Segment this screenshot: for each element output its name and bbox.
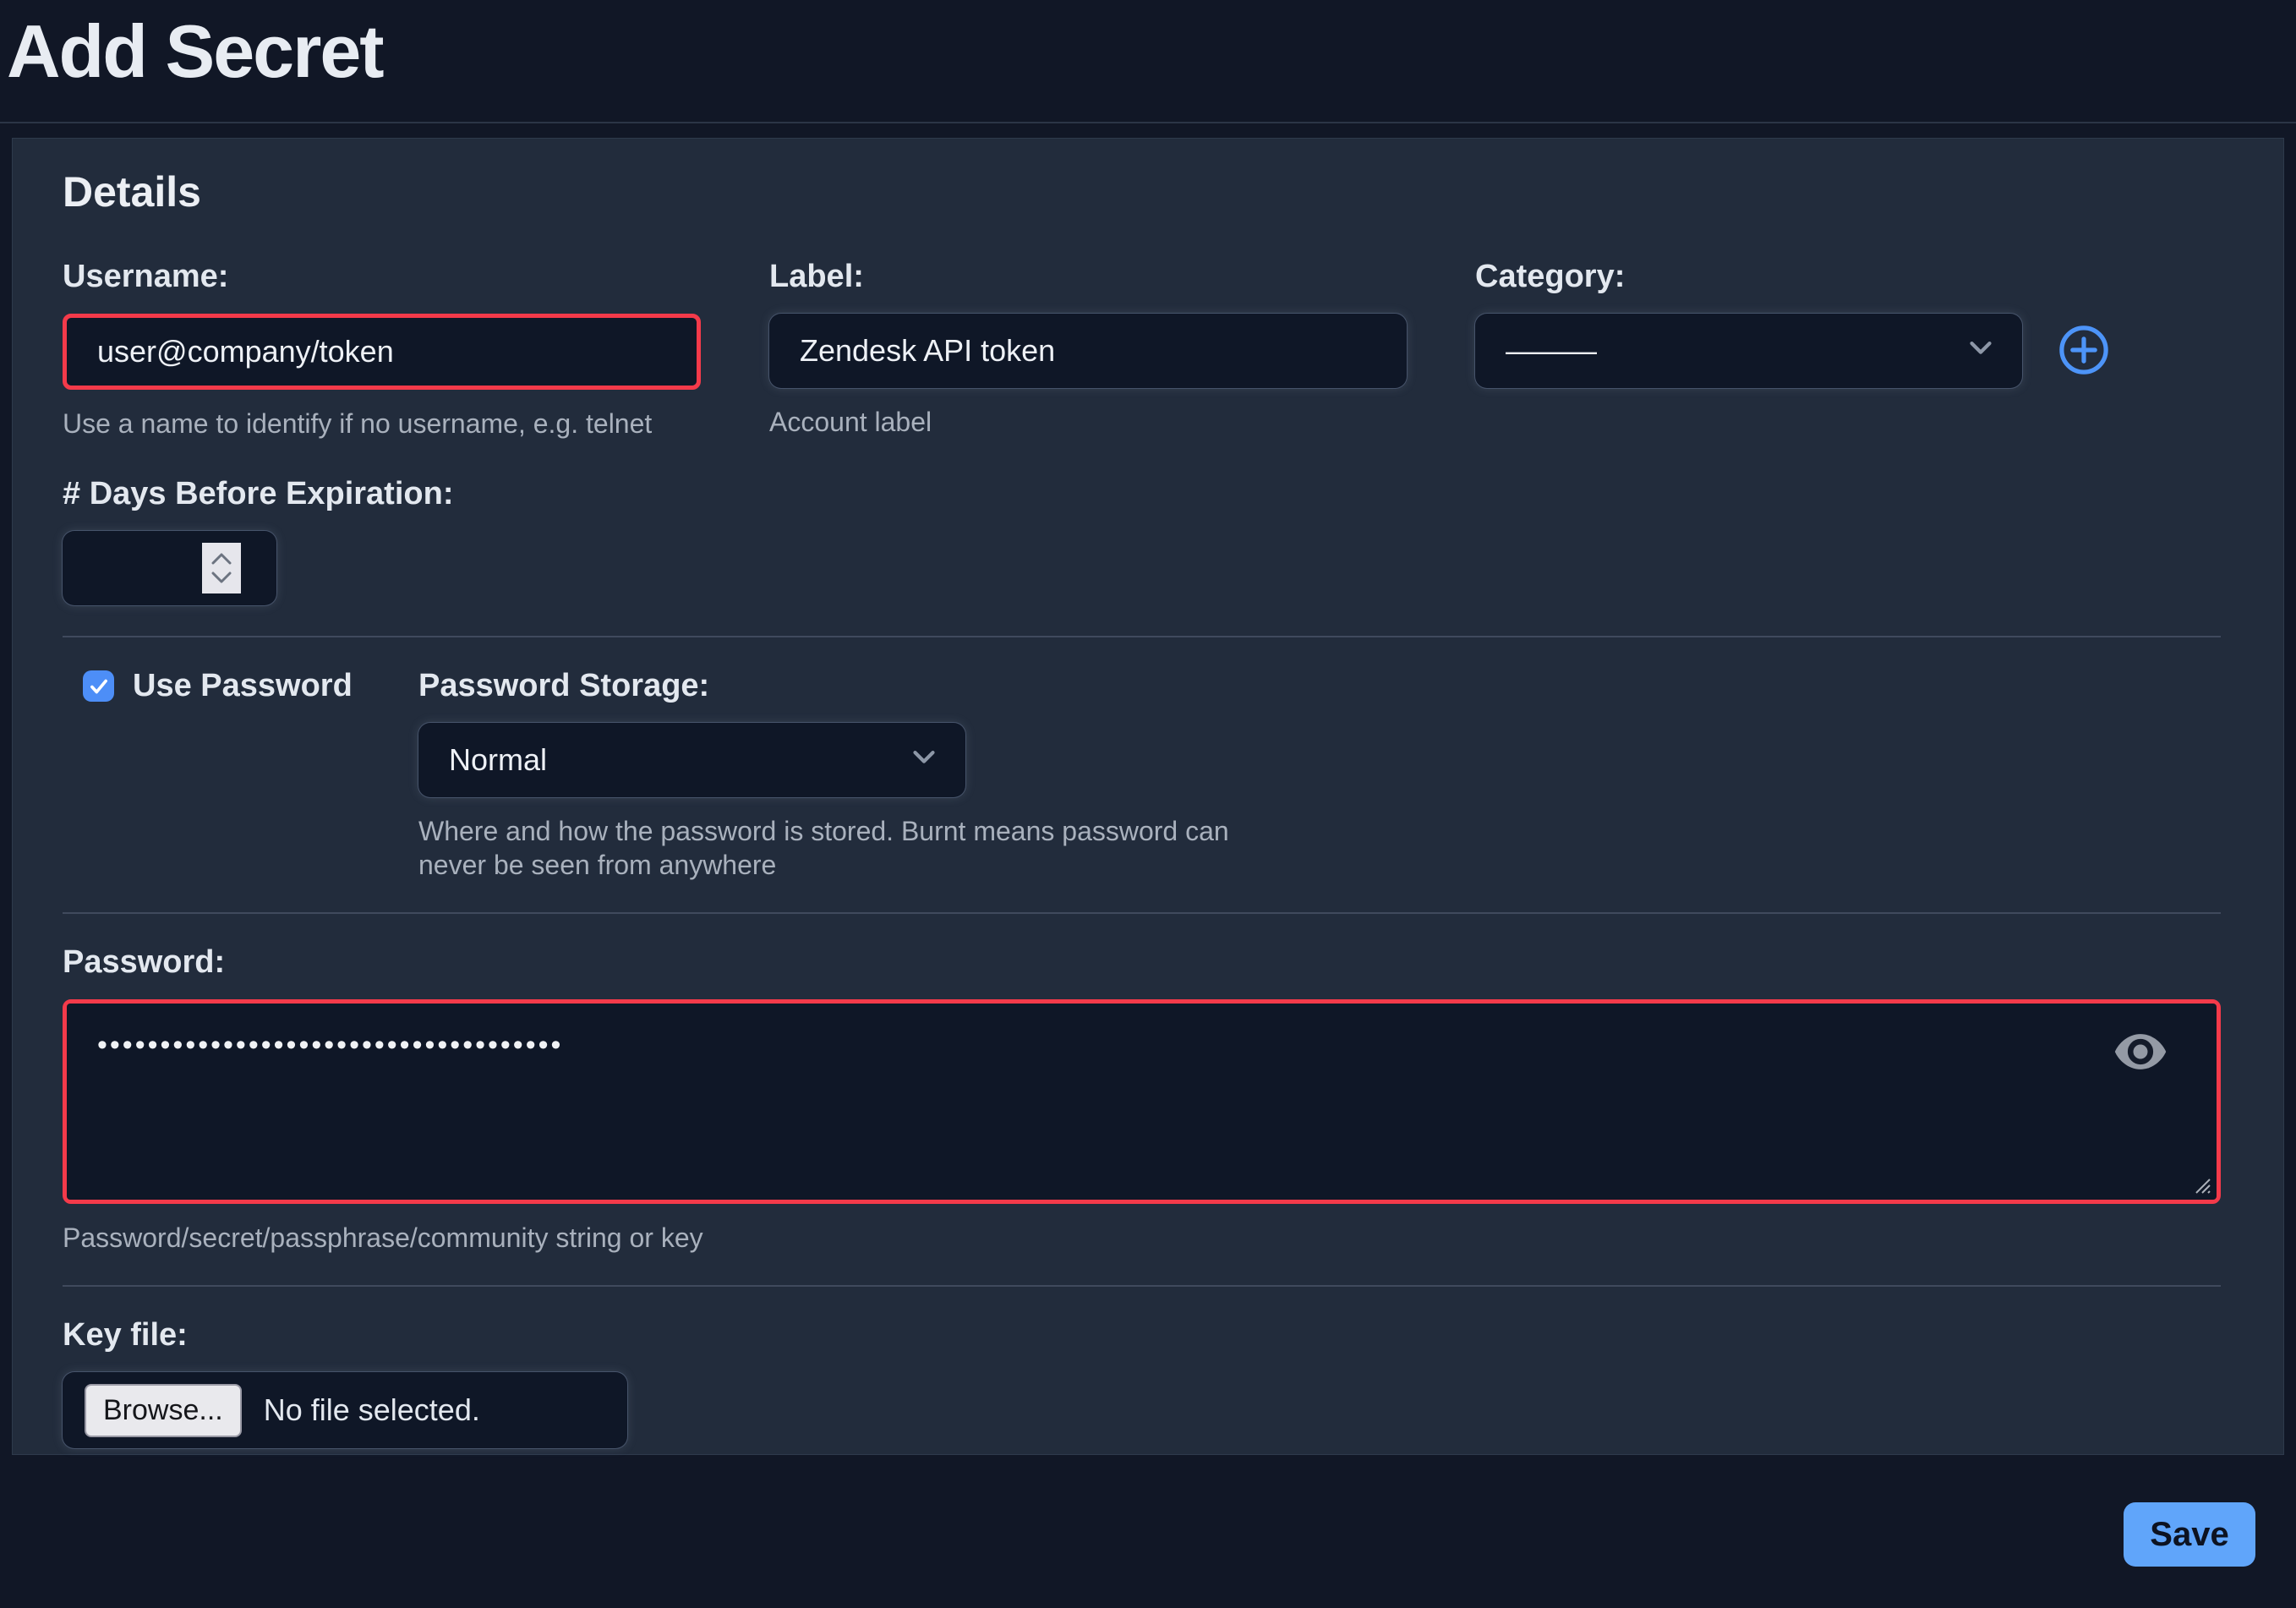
username-highlight-border: [63, 314, 701, 390]
spinner-down-icon: [210, 570, 232, 585]
page-footer: Save: [0, 1455, 2296, 1608]
key-file-group: Key file: Browse... No file selected.: [63, 1317, 2221, 1448]
category-select[interactable]: ———: [1475, 314, 2022, 388]
label-field-group: Label: Account label: [769, 259, 1407, 440]
password-storage-selected-value: Normal: [449, 742, 547, 778]
label-input[interactable]: [769, 314, 1407, 388]
category-label: Category:: [1475, 259, 2221, 295]
details-panel: Details Username: Use a name to identify…: [12, 138, 2284, 1455]
category-selected-value: ———: [1506, 333, 1597, 369]
password-storage-group: Password Storage: Normal Where and how t…: [418, 668, 2221, 882]
use-password-label: Use Password: [133, 668, 353, 704]
username-helper: Use a name to identify if no username, e…: [63, 407, 701, 440]
fields-row: Username: Use a name to identify if no u…: [63, 259, 2221, 440]
add-category-button[interactable]: [2056, 322, 2112, 380]
password-textarea[interactable]: •••••••••••••••••••••••••••••••••••••: [67, 1004, 2217, 1200]
number-spinner[interactable]: [202, 543, 241, 593]
save-button[interactable]: Save: [2124, 1502, 2255, 1567]
category-field-group: Category: ———: [1475, 259, 2221, 440]
password-storage-label: Password Storage:: [418, 668, 2221, 704]
username-input[interactable]: [67, 318, 697, 386]
chevron-down-icon: [1963, 330, 1998, 373]
password-field-group: Password: ••••••••••••••••••••••••••••••…: [63, 944, 2221, 1255]
use-password-checkbox-row[interactable]: Use Password: [83, 668, 418, 704]
chevron-down-icon: [906, 739, 942, 782]
divider: [63, 1285, 2221, 1287]
eye-icon: [2113, 1032, 2168, 1071]
section-title-details: Details: [63, 167, 2221, 216]
checkmark-icon: [88, 675, 110, 697]
divider: [63, 912, 2221, 914]
password-highlight-border: •••••••••••••••••••••••••••••••••••••: [63, 999, 2221, 1204]
resize-grip-icon[interactable]: [2186, 1169, 2211, 1195]
days-field-group: # Days Before Expiration:: [63, 476, 2221, 605]
password-helper: Password/secret/passphrase/community str…: [63, 1221, 2221, 1255]
use-password-checkbox[interactable]: [83, 670, 114, 702]
divider: [63, 636, 2221, 637]
password-storage-select[interactable]: Normal: [418, 723, 965, 797]
password-label: Password:: [63, 944, 2221, 981]
days-label: # Days Before Expiration:: [63, 476, 2221, 512]
use-password-group: Use Password: [63, 668, 418, 882]
reveal-password-button[interactable]: [2113, 1032, 2168, 1071]
password-storage-helper: Where and how the password is stored. Bu…: [418, 814, 1272, 882]
page-header: Add Secret: [0, 0, 2296, 123]
page-title: Add Secret: [7, 8, 2296, 95]
username-field-group: Username: Use a name to identify if no u…: [63, 259, 701, 440]
key-file-picker[interactable]: Browse... No file selected.: [63, 1372, 627, 1448]
plus-circle-icon: [2056, 368, 2112, 380]
key-file-label: Key file:: [63, 1317, 2221, 1354]
browse-button[interactable]: Browse...: [85, 1384, 242, 1437]
username-label: Username:: [63, 259, 701, 295]
password-options-row: Use Password Password Storage: Normal Wh…: [63, 668, 2221, 882]
label-helper: Account label: [769, 405, 1407, 439]
spinner-up-icon: [210, 551, 232, 566]
days-input[interactable]: [63, 531, 276, 605]
label-label: Label:: [769, 259, 1407, 295]
file-status-text: No file selected.: [264, 1392, 480, 1428]
